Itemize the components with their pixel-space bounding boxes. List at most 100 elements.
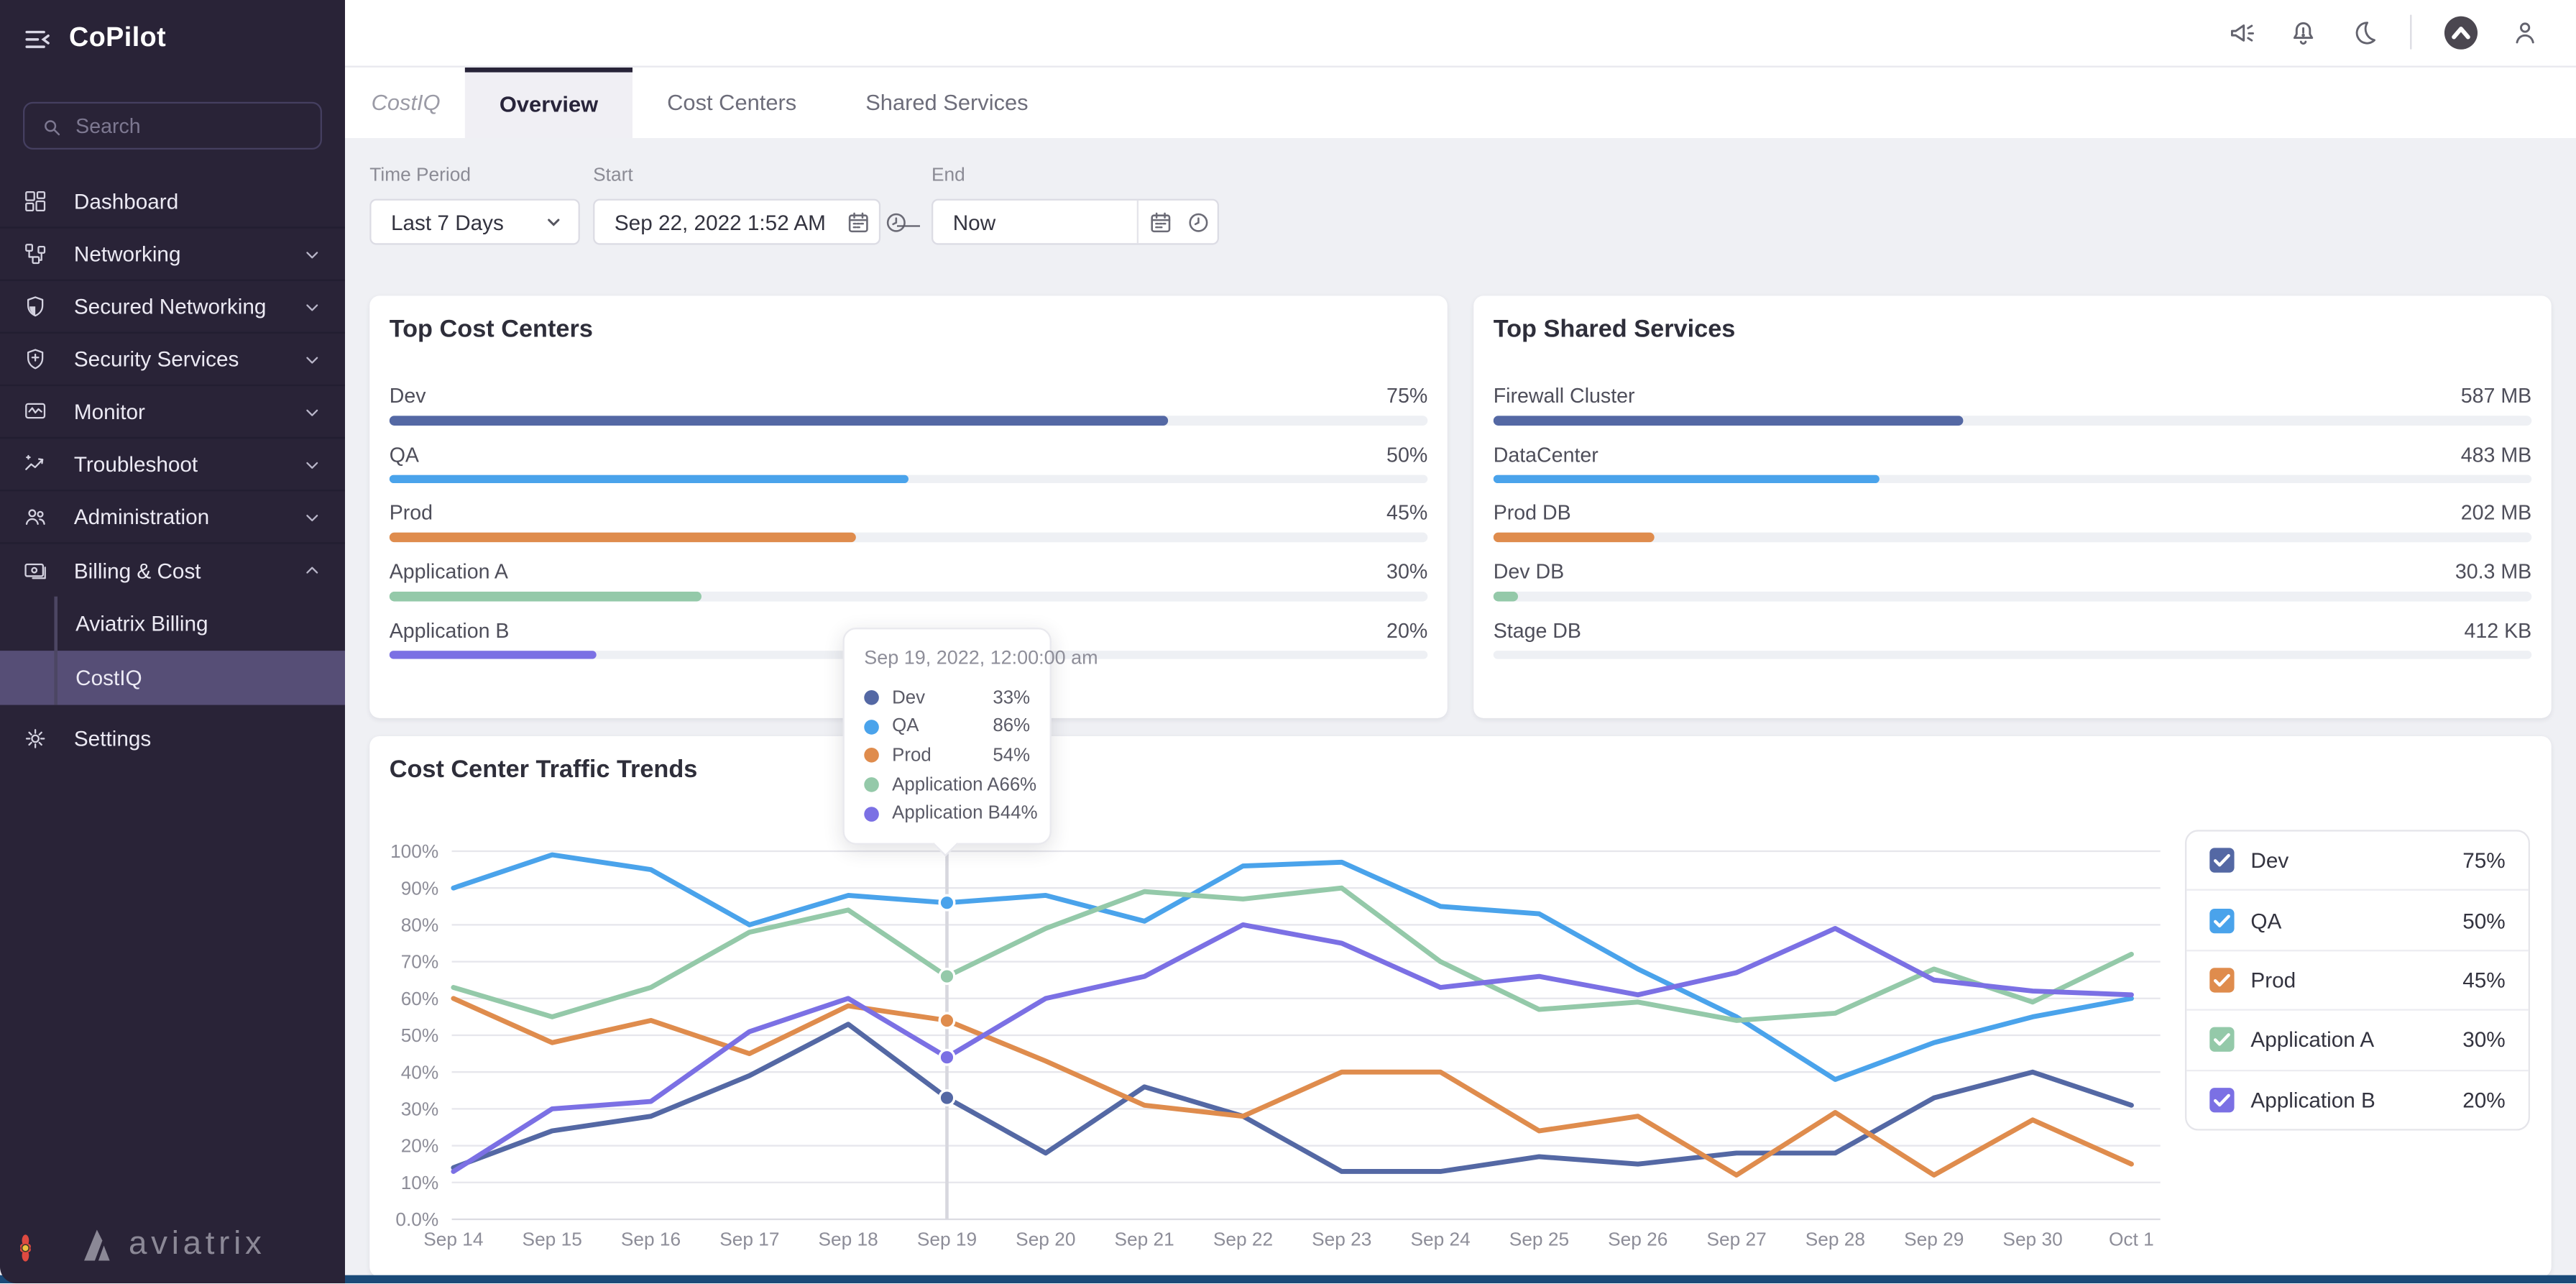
card-title: Top Cost Centers (389, 315, 593, 344)
sidebar-item-networking[interactable]: Networking (0, 229, 345, 281)
sidebar-item-administration[interactable]: Administration (0, 491, 345, 544)
bar-value: 45% (1386, 501, 1428, 525)
x-axis-tick-label: Sep 15 (523, 1229, 582, 1250)
bar-row-dev: Dev 75% (389, 385, 1428, 425)
legend-value: 30% (2462, 1027, 2506, 1053)
sidebar-item-label: Settings (73, 725, 152, 751)
hover-dot-application-a (938, 968, 956, 986)
bar-track (1493, 650, 2532, 660)
legend-checkbox[interactable] (2209, 1087, 2235, 1112)
start-label: Start (593, 165, 633, 186)
tooltip-row-qa: QA 86% (864, 712, 1030, 741)
sidebar-item-security-services[interactable]: Security Services (0, 334, 345, 387)
tab-cost-centers[interactable]: Cost Centers (632, 67, 831, 138)
time-period-value: Last 7 Days (390, 209, 504, 234)
x-axis-tick-label: Sep 29 (1904, 1229, 1964, 1250)
bar-label: DataCenter (1493, 443, 1598, 467)
bar-fill (389, 474, 908, 484)
chart-title: Cost Center Traffic Trends (389, 756, 698, 784)
search-input[interactable]: Search (22, 101, 322, 150)
sidebar-item-settings[interactable]: Settings (0, 712, 345, 764)
x-axis-tick-label: Sep 24 (1410, 1229, 1470, 1250)
legend-row-application-a[interactable]: Application A 30% (2186, 1011, 2529, 1071)
announcements-icon[interactable] (2227, 18, 2257, 47)
calendar-icon[interactable] (845, 209, 870, 234)
tooltip-rows: Dev 33% QA 86% Prod 54% Application A 66% Applic… (864, 684, 1038, 828)
series-color-dot (864, 777, 879, 792)
hover-dot-dev (938, 1089, 956, 1107)
series-line-dev (451, 1022, 2134, 1174)
sidebar-item-troubleshoot[interactable]: Troubleshoot (0, 439, 345, 492)
legend-row-qa[interactable]: QA 50% (2186, 891, 2529, 951)
series-name: Application B (892, 804, 1000, 824)
trend-icon (23, 452, 47, 477)
bar-fill (389, 533, 857, 542)
sidebar-item-dashboard[interactable]: Dashboard (0, 176, 345, 229)
y-axis-tick-label: 0.0% (395, 1209, 438, 1230)
legend-row-dev[interactable]: Dev 75% (2186, 832, 2529, 891)
bar-track (389, 591, 1428, 601)
y-axis-tick-label: 90% (401, 877, 439, 899)
cost-center-traffic-trends-card: Cost Center Traffic Trends 0.0% 10% 20% 30%… (369, 735, 2552, 1277)
legend-value: 50% (2462, 908, 2506, 933)
series-value: 33% (993, 688, 1031, 708)
chevron-up-icon (303, 560, 322, 579)
sidebar-item-billing-cost[interactable]: Billing & Cost (0, 544, 345, 597)
series-name: Prod (892, 746, 932, 766)
sidebar-item-label: Billing & Cost (73, 557, 201, 583)
legend-label: Application A (2250, 1027, 2375, 1053)
bar-track (1493, 416, 2532, 425)
clock-icon[interactable] (1186, 209, 1210, 234)
series-line-qa (451, 852, 2134, 1082)
chevron-down-icon (303, 402, 322, 421)
end-label: End (931, 165, 965, 186)
chevron-down-icon (542, 211, 565, 234)
tooltip-row-application-a: Application A 66% (864, 770, 1036, 799)
user-profile-icon[interactable] (2511, 18, 2540, 47)
x-axis-tick-label: Sep 27 (1706, 1229, 1766, 1250)
legend-checkbox[interactable] (2209, 1027, 2235, 1053)
legend-checkbox[interactable] (2209, 968, 2235, 993)
legend-checkbox[interactable] (2209, 848, 2235, 873)
bar-value: 20% (1386, 619, 1428, 643)
series-color-dot (864, 719, 879, 735)
billing-icon (23, 558, 47, 582)
time-period-label: Time Period (369, 165, 472, 186)
legend-row-prod[interactable]: Prod 45% (2186, 951, 2529, 1012)
y-axis-tick-label: 80% (401, 914, 439, 936)
sidebar-item-monitor[interactable]: Monitor (0, 386, 345, 439)
y-axis-tick-label: 70% (401, 951, 439, 973)
bar-row-application-a: Application A 30% (389, 561, 1428, 601)
x-axis-tick-label: Sep 18 (819, 1229, 878, 1250)
bar-label: Application B (389, 619, 510, 643)
legend-label: Application B (2250, 1087, 2375, 1112)
sidebar-item-secured-networking[interactable]: Secured Networking (0, 281, 345, 334)
tab-context-label: CostIQ (371, 90, 441, 115)
series-value: 66% (999, 774, 1037, 795)
notifications-bell-icon[interactable] (2288, 18, 2318, 47)
bar-row-prod-db: Prod DB 202 MB (1493, 502, 2532, 542)
bar-track (389, 416, 1428, 425)
start-datetime-value: Sep 22, 2022 1:52 AM (614, 209, 826, 234)
bar-label: Stage DB (1493, 619, 1582, 643)
sidebar-item-aviatrix-billing[interactable]: Aviatrix Billing (0, 596, 345, 651)
start-datetime-input[interactable]: Sep 22, 2022 1:52 AM (593, 198, 906, 245)
legend-row-application-b[interactable]: Application B 20% (2186, 1070, 2528, 1129)
legend-checkbox[interactable] (2209, 908, 2235, 933)
sidebar-item-costiq[interactable]: CostIQ (0, 651, 345, 705)
end-datetime-input[interactable]: Now (931, 198, 1219, 245)
shared-services-bar-list: Firewall Cluster 587 MB DataCenter 483 MB Pr… (1493, 385, 2532, 660)
aviatrix-circle-logo-icon[interactable] (2443, 14, 2479, 50)
sidebar-item-label: Aviatrix Billing (75, 611, 208, 636)
tab-overview[interactable]: Overview (464, 66, 633, 138)
tabbar: CostIQ Overview Cost Centers Shared Serv… (344, 66, 2576, 138)
end-datetime-value: Now (952, 209, 996, 234)
series-color-dot (864, 690, 879, 706)
sidebar-collapse-icon[interactable] (23, 24, 52, 53)
calendar-icon[interactable] (1149, 209, 1173, 234)
dark-mode-moon-icon[interactable] (2350, 18, 2379, 47)
x-axis-tick-label: Sep 20 (1016, 1229, 1075, 1250)
series-line-application-a (451, 885, 2134, 1023)
tab-shared-services[interactable]: Shared Services (831, 67, 1062, 138)
time-period-select[interactable]: Last 7 Days (369, 198, 580, 245)
